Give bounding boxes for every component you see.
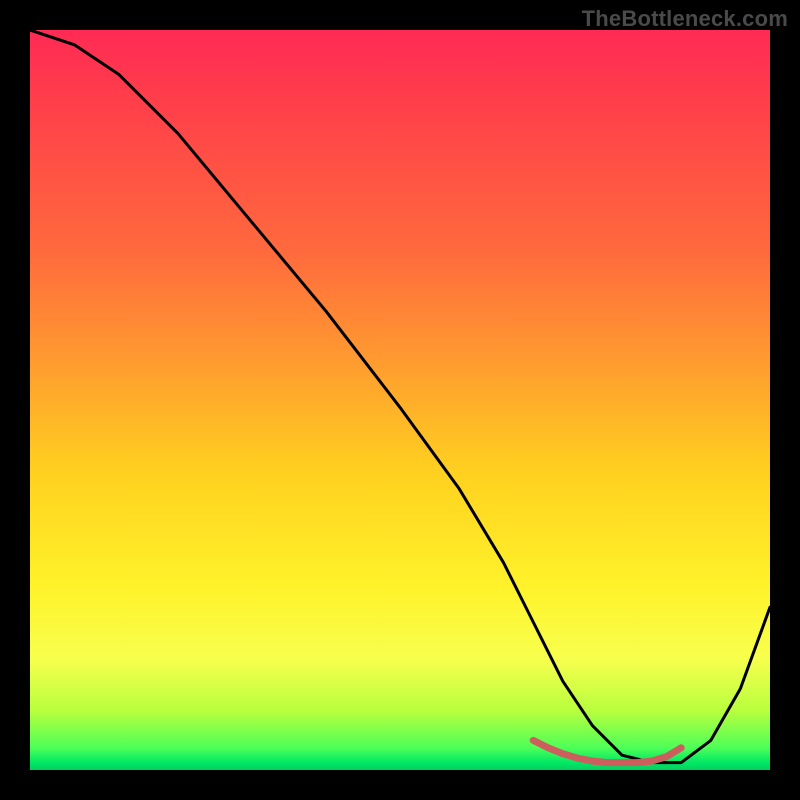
watermark-text: TheBottleneck.com bbox=[582, 6, 788, 32]
chart-plot-area bbox=[30, 30, 770, 770]
bottleneck-curve bbox=[30, 30, 770, 763]
chart-lines-svg bbox=[30, 30, 770, 770]
optimal-range-marker bbox=[533, 740, 681, 762]
